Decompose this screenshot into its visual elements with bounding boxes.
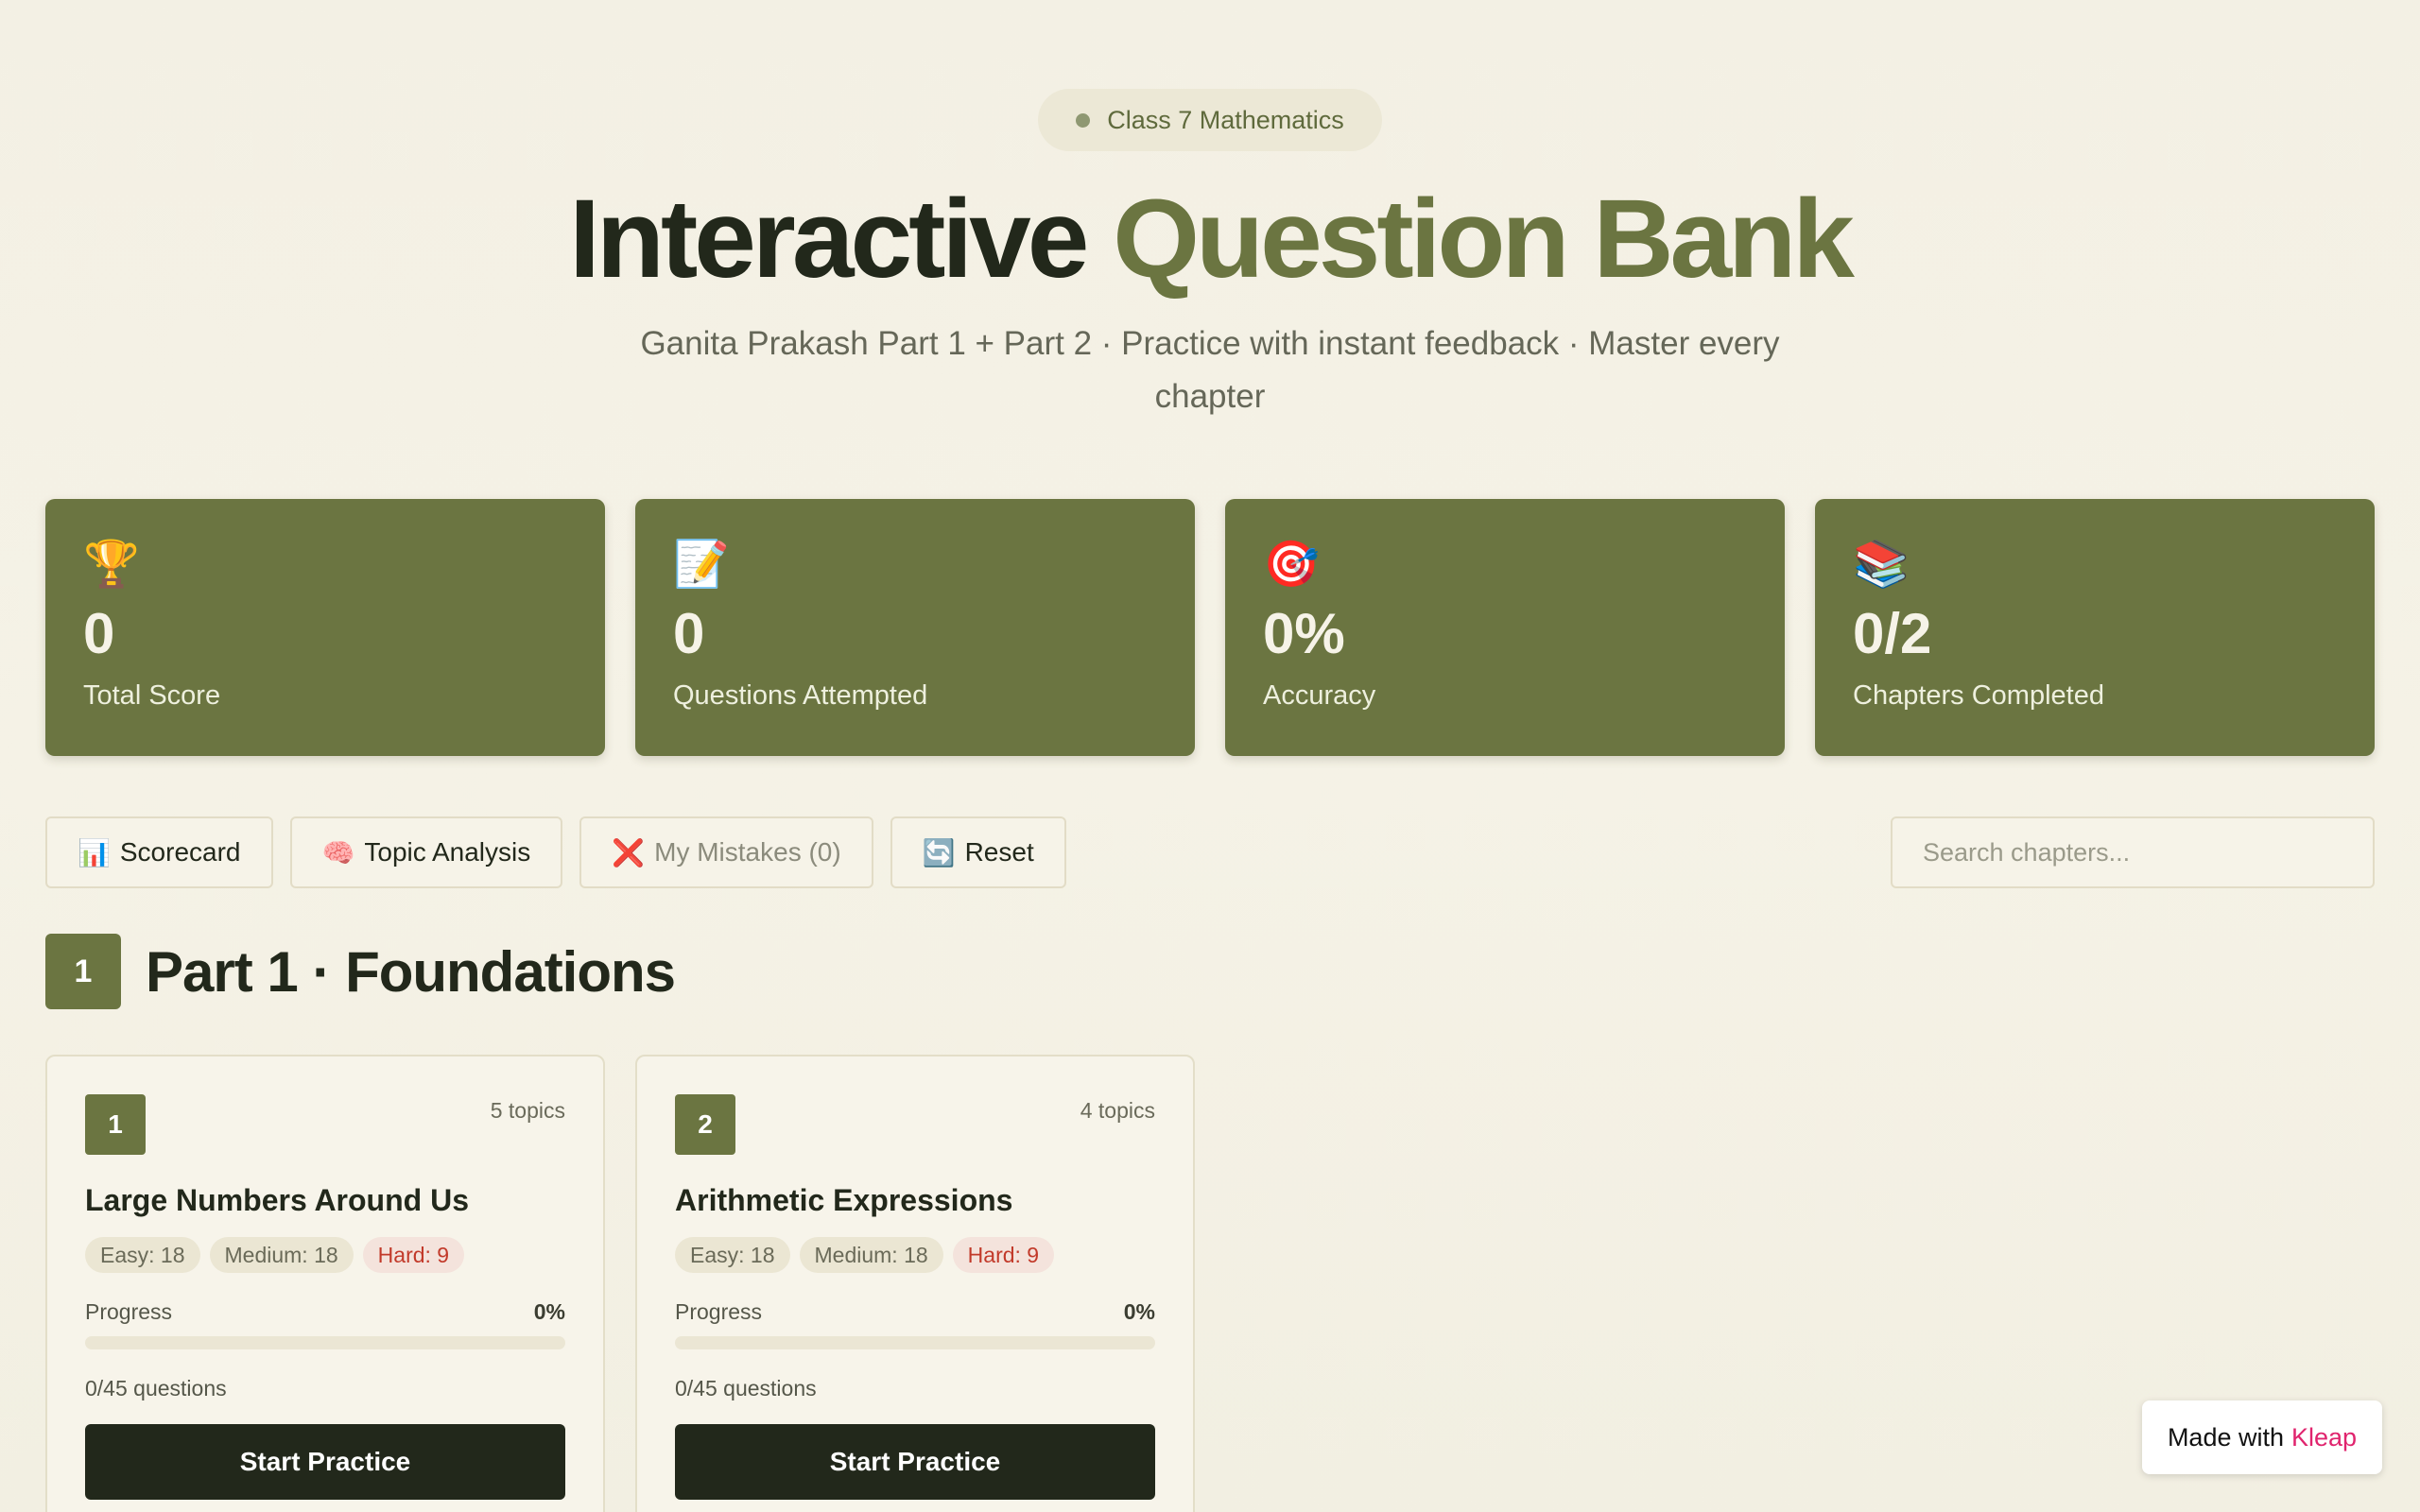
- progress-bar: [675, 1336, 1155, 1349]
- medium-badge: Medium: 18: [799, 1237, 943, 1273]
- scorecard-label: Scorecard: [119, 837, 241, 867]
- part-number: 1: [45, 934, 121, 1009]
- start-practice-button[interactable]: Start Practice: [85, 1424, 565, 1500]
- questions-count: 0/45 questions: [675, 1376, 817, 1400]
- questions-count: 0/45 questions: [85, 1376, 227, 1400]
- chapter-number: 1: [85, 1094, 146, 1155]
- chapter-card: 1 5 topics Large Numbers Around Us Easy:…: [45, 1055, 605, 1512]
- stat-value: 0: [673, 602, 705, 665]
- easy-badge: Easy: 18: [675, 1237, 790, 1273]
- stat-value: 0/2: [1853, 602, 1932, 665]
- topics-count: 4 topics: [1080, 1098, 1155, 1123]
- made-with-kleap-badge[interactable]: Made with Kleap: [2142, 1400, 2382, 1474]
- stat-label: Total Score: [83, 680, 221, 711]
- stat-label: Chapters Completed: [1853, 680, 2104, 711]
- topics-count: 5 topics: [490, 1098, 565, 1123]
- chapter-title: Arithmetic Expressions: [675, 1183, 1013, 1217]
- medium-badge: Medium: 18: [209, 1237, 354, 1273]
- toolbar: 📊 Scorecard 🧠 Topic Analysis ❌ My Mistak…: [45, 816, 1066, 888]
- my-mistakes-label: My Mistakes (0): [654, 837, 841, 867]
- progress-label: Progress: [675, 1299, 763, 1324]
- trophy-icon: 🏆: [83, 540, 140, 590]
- stat-total-score: 🏆 0 Total Score: [45, 499, 605, 756]
- class-badge: Class 7 Mathematics: [1038, 89, 1382, 151]
- stat-chapters-completed: 📚 0/2 Chapters Completed: [1815, 499, 2375, 756]
- start-practice-button[interactable]: Start Practice: [675, 1424, 1155, 1500]
- brand-name: Kleap: [2291, 1422, 2358, 1452]
- chapter-title: Large Numbers Around Us: [85, 1183, 469, 1217]
- reset-label: Reset: [964, 837, 1034, 867]
- part-title: Part 1 · Foundations: [146, 939, 676, 1004]
- stat-label: Questions Attempted: [673, 680, 928, 711]
- stat-questions-attempted: 📝 0 Questions Attempted: [635, 499, 1195, 756]
- part-header: 1 Part 1 · Foundations: [45, 934, 676, 1009]
- chapter-number: 2: [675, 1094, 735, 1155]
- my-mistakes-button[interactable]: ❌ My Mistakes (0): [579, 816, 873, 888]
- page-subtitle: Ganita Prakash Part 1 + Part 2 · Practic…: [640, 325, 1780, 415]
- stats-row: 🏆 0 Total Score 📝 0 Questions Attempted …: [45, 499, 2375, 756]
- stat-label: Accuracy: [1263, 680, 1376, 711]
- scorecard-button[interactable]: 📊 Scorecard: [45, 816, 273, 888]
- stat-value: 0: [83, 602, 115, 665]
- class-badge-label: Class 7 Mathematics: [1107, 105, 1344, 134]
- progress-label: Progress: [85, 1299, 173, 1324]
- progress-percent: 0%: [1123, 1299, 1155, 1324]
- reset-button[interactable]: 🔄 Reset: [890, 816, 1066, 888]
- made-with-label: Made with: [2167, 1422, 2284, 1452]
- search-input[interactable]: [1891, 816, 2375, 888]
- progress-bar: [85, 1336, 565, 1349]
- stat-accuracy: 🎯 0% Accuracy: [1225, 499, 1785, 756]
- stat-value: 0%: [1263, 602, 1345, 665]
- topic-analysis-button[interactable]: 🧠 Topic Analysis: [289, 816, 563, 888]
- cross-icon: ❌: [612, 837, 646, 868]
- page-title-main: Interactive: [569, 177, 1089, 301]
- topic-analysis-label: Topic Analysis: [364, 837, 531, 867]
- chapter-card: 2 4 topics Arithmetic Expressions Easy: …: [635, 1055, 1195, 1512]
- page-title-accent: Question Bank: [1113, 177, 1855, 301]
- target-icon: 🎯: [1263, 540, 1320, 590]
- page-title: Interactive Question Bank: [0, 178, 2420, 301]
- easy-badge: Easy: 18: [85, 1237, 200, 1273]
- hard-badge: Hard: 9: [952, 1237, 1055, 1273]
- brain-icon: 🧠: [321, 837, 355, 868]
- dot-icon: [1076, 112, 1091, 128]
- books-icon: 📚: [1853, 540, 1910, 590]
- refresh-icon: 🔄: [922, 837, 956, 868]
- memo-icon: 📝: [673, 540, 730, 590]
- hard-badge: Hard: 9: [362, 1237, 465, 1273]
- progress-percent: 0%: [533, 1299, 565, 1324]
- bar-chart-icon: 📊: [78, 837, 111, 868]
